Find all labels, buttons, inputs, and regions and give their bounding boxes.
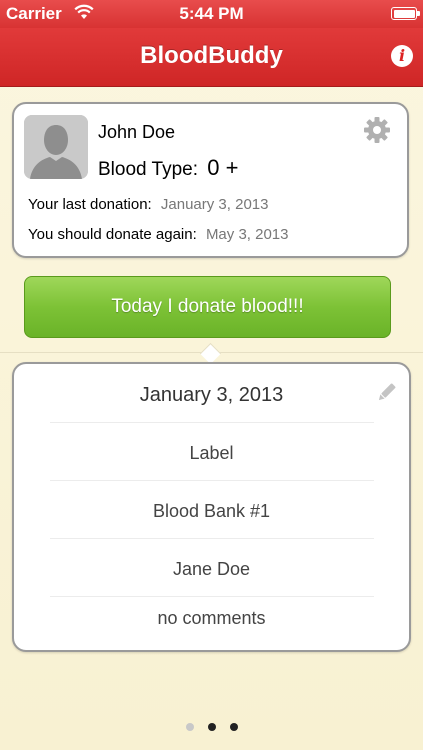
app-title: BloodBuddy xyxy=(140,42,283,69)
next-donation-label: You should donate again: xyxy=(28,226,197,243)
next-donation-value: May 3, 2013 xyxy=(205,226,289,243)
donation-details-card[interactable]: January 3, 2013 Label Blood Bank #1 Jane… xyxy=(12,362,411,652)
page-control[interactable] xyxy=(0,718,423,736)
blood-type: Blood Type: 0 + xyxy=(98,155,239,181)
last-donation-row: Your last donation: January 3, 2013 xyxy=(28,196,268,213)
donation-label: Label xyxy=(189,443,234,463)
blood-type-label: Blood Type: xyxy=(98,159,199,180)
user-name: John Doe xyxy=(98,122,176,142)
blood-bank: Blood Bank #1 xyxy=(152,501,271,521)
info-icon[interactable]: i xyxy=(391,45,413,67)
nav-bar: BloodBuddy i xyxy=(0,28,423,87)
last-donation-value: January 3, 2013 xyxy=(160,196,269,213)
profile-card: John Doe Blood Type: 0 + Your last donat… xyxy=(12,102,409,258)
blood-type-value: 0 + xyxy=(207,155,239,180)
row-divider xyxy=(50,596,374,597)
page-dot-active[interactable] xyxy=(207,723,216,731)
pointer-notch xyxy=(199,342,222,365)
battery-icon xyxy=(391,7,420,20)
last-donation-label: Your last donation: xyxy=(28,196,152,213)
status-bar: Carrier 5:44 PM xyxy=(0,0,423,28)
row-divider xyxy=(50,538,374,539)
person-silhouette-icon xyxy=(24,115,88,179)
gear-icon[interactable] xyxy=(363,116,391,144)
row-divider xyxy=(50,480,374,481)
donation-comments: no comments xyxy=(157,608,266,628)
row-divider xyxy=(50,422,374,423)
clock: 5:44 PM xyxy=(179,4,244,23)
next-donation-row: You should donate again: May 3, 2013 xyxy=(28,226,289,243)
page-dot[interactable] xyxy=(229,723,238,731)
donation-date: January 3, 2013 xyxy=(139,384,284,406)
page-dot[interactable] xyxy=(185,723,194,731)
donate-button[interactable]: Today I donate blood!!! xyxy=(24,276,391,338)
avatar[interactable] xyxy=(24,115,88,179)
staff-name: Jane Doe xyxy=(172,559,251,579)
